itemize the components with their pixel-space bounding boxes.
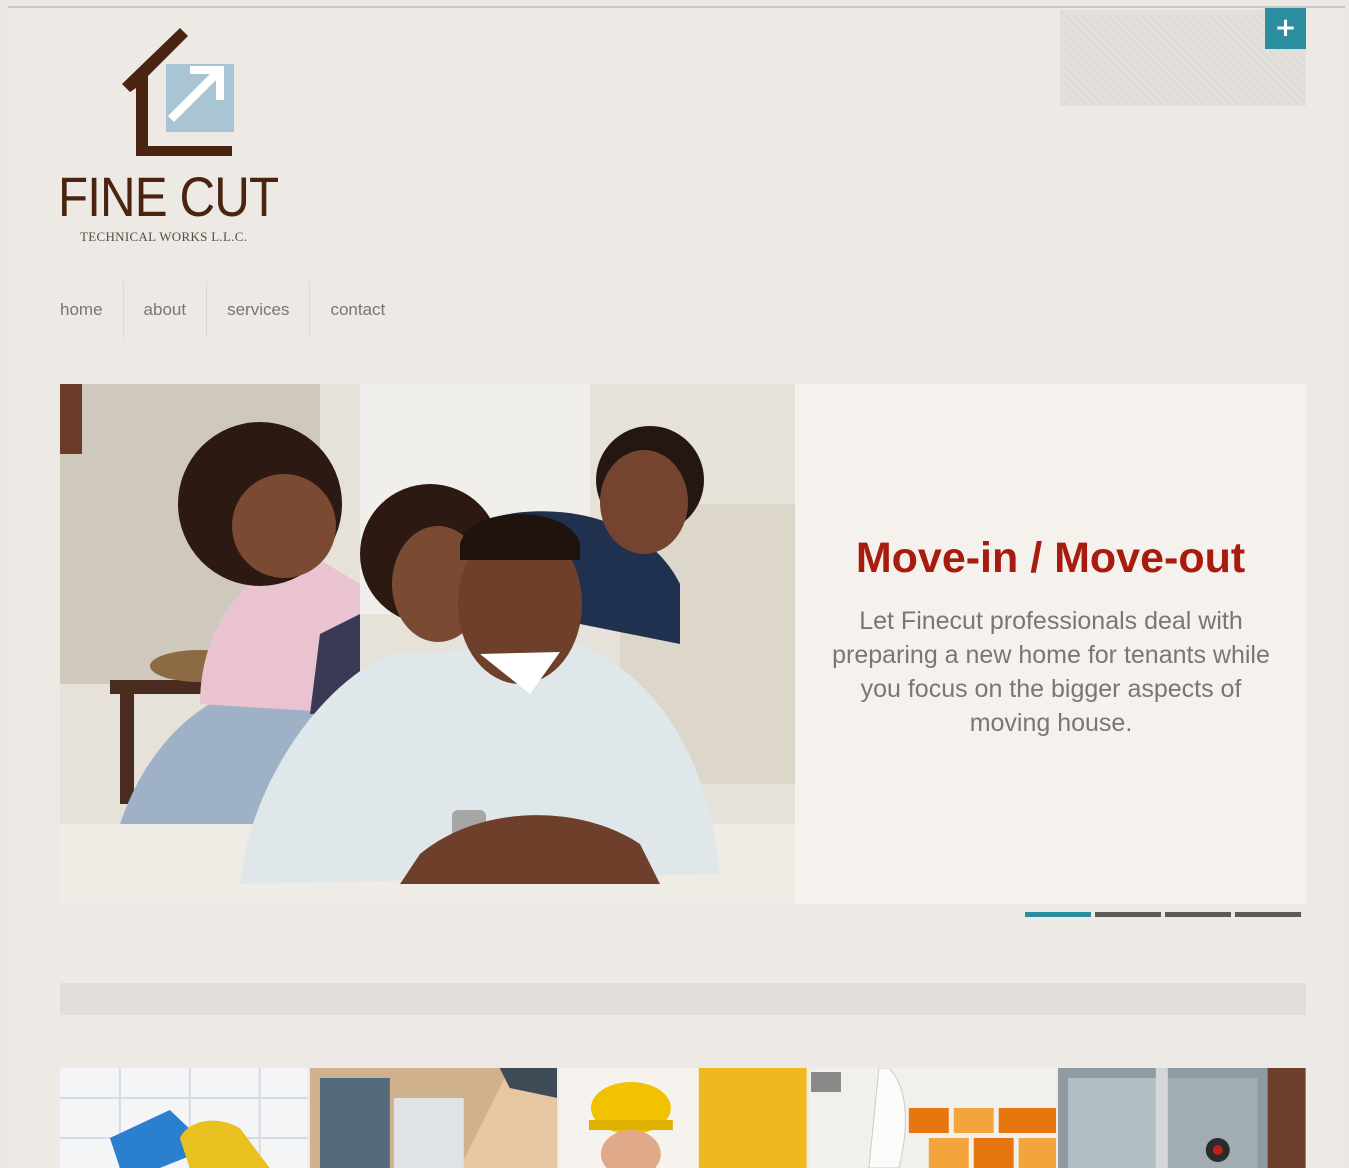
- slide-title: Move-in / Move-out: [855, 534, 1246, 582]
- worker-image: [559, 1068, 807, 1168]
- thumb-tiles[interactable]: [808, 1068, 1057, 1168]
- logo-name: FINE CUT: [58, 165, 279, 228]
- tiles-image: [808, 1068, 1057, 1168]
- logo[interactable]: FINE CUT TECHNICAL WORKS L.L.C.: [58, 26, 318, 256]
- slider-dot-2[interactable]: [1095, 912, 1161, 917]
- family-photo: [60, 384, 795, 904]
- nav-item-home[interactable]: home: [58, 282, 124, 338]
- slider-dot-3[interactable]: [1165, 912, 1231, 917]
- thumb-window[interactable]: [1058, 1068, 1306, 1168]
- slide-body: Let Finecut professionals deal with prep…: [832, 607, 1270, 737]
- hero-slider[interactable]: Move-in / Move-out Let Finecut professio…: [60, 384, 1306, 904]
- nav-item-contact[interactable]: contact: [310, 282, 405, 338]
- divider-bar: [60, 983, 1306, 1015]
- house-arrow-icon: [122, 28, 234, 156]
- thumb-cleaning[interactable]: [60, 1068, 308, 1168]
- main-nav: home about services contact: [58, 282, 405, 338]
- building-image: [309, 1068, 558, 1168]
- family-illustration: [60, 384, 795, 904]
- service-thumbnails: [60, 1068, 1306, 1168]
- thumb-building[interactable]: [309, 1068, 558, 1168]
- slider-pagination: [1025, 912, 1301, 917]
- slider-dot-1[interactable]: [1025, 912, 1091, 917]
- cleaning-image: [60, 1068, 308, 1168]
- logo-subtitle: TECHNICAL WORKS L.L.C.: [80, 229, 248, 244]
- slide-caption: Move-in / Move-out Let Finecut professio…: [795, 384, 1306, 904]
- slider-dot-4[interactable]: [1235, 912, 1301, 917]
- expand-plus-button[interactable]: +: [1265, 8, 1306, 49]
- thumb-worker[interactable]: [559, 1068, 807, 1168]
- nav-item-about[interactable]: about: [124, 282, 208, 338]
- window-image: [1058, 1068, 1306, 1168]
- nav-item-services[interactable]: services: [207, 282, 311, 338]
